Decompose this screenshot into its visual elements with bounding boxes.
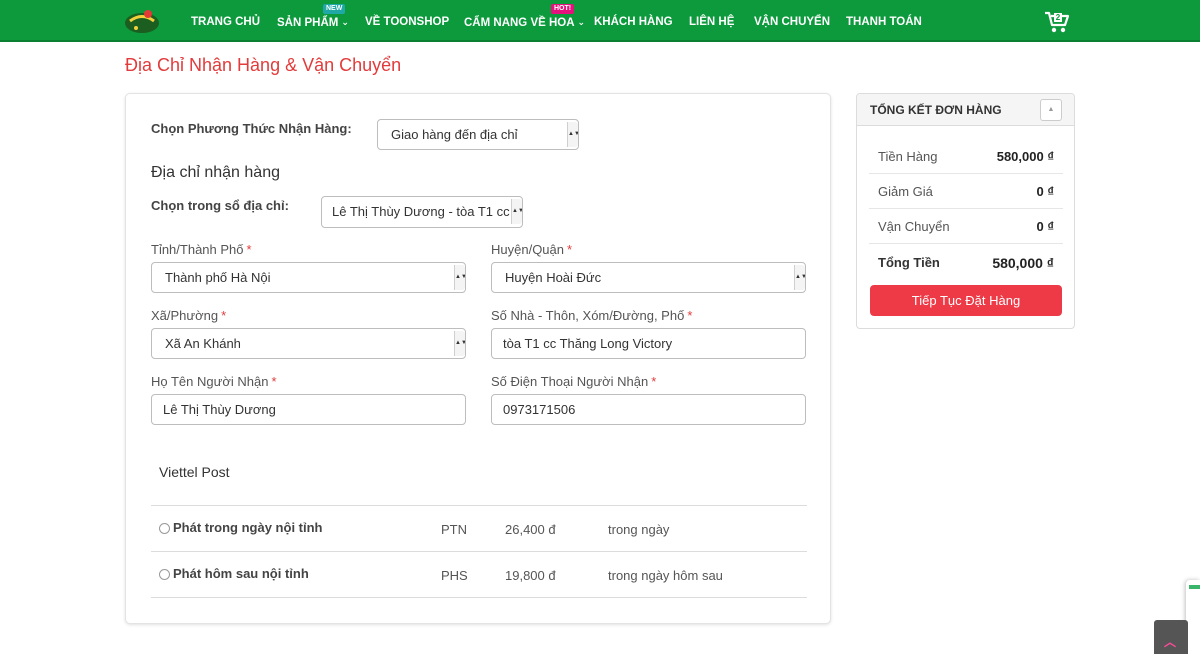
address-section-title: Địa chỉ nhận hàng xyxy=(151,164,280,181)
hot-badge: HOT! xyxy=(551,4,575,14)
shipping-option-name[interactable]: Phát hôm sau nội tỉnh xyxy=(173,566,309,581)
recipient-name-label: Họ Tên Người Nhận * xyxy=(151,374,277,389)
carrier-title: Viettel Post xyxy=(159,464,230,480)
summary-row-total: Tổng Tiền 580,000 ₫ xyxy=(869,245,1063,280)
new-badge: NEW xyxy=(323,4,346,14)
top-navbar: TRANG CHỦ SẢN PHẨM ⌄ NEW VỀ TOONSHOP CẨM … xyxy=(0,0,1200,42)
summary-total-label: Tổng Tiền xyxy=(878,255,940,270)
summary-title: TỔNG KẾT ĐƠN HÀNG xyxy=(870,103,1002,117)
street-label: Số Nhà - Thôn, Xóm/Đường, Phố * xyxy=(491,308,693,323)
address-form-card: Chọn Phương Thức Nhận Hàng: Giao hàng đế… xyxy=(125,93,831,624)
street-input[interactable]: tòa T1 cc Thăng Long Victory xyxy=(491,328,806,359)
recipient-name-input[interactable]: Lê Thị Thùy Dương xyxy=(151,394,466,425)
ward-label: Xã/Phường * xyxy=(151,308,227,323)
summary-total-value: 580,000 ₫ xyxy=(992,255,1054,271)
nav-shipping[interactable]: VẬN CHUYỂN xyxy=(754,0,830,42)
divider xyxy=(151,551,807,552)
province-value: Thành phố Hà Nội xyxy=(165,270,271,285)
nav-about[interactable]: VỀ TOONSHOP xyxy=(365,0,449,42)
province-label: Tỉnh/Thành Phố * xyxy=(151,242,252,257)
nav-home[interactable]: TRANG CHỦ xyxy=(191,0,260,42)
continue-order-button[interactable]: Tiếp Tục Đặt Hàng xyxy=(870,285,1062,316)
order-summary-panel: TỔNG KẾT ĐƠN HÀNG ▲ Tiền Hàng 580,000 ₫ … xyxy=(856,93,1075,329)
summary-value: 0 ₫ xyxy=(1036,219,1054,234)
ward-select[interactable]: Xã An Khánh ▲▼ xyxy=(151,328,466,359)
chevron-down-icon: ⌄ xyxy=(577,17,586,27)
province-select[interactable]: Thành phố Hà Nội ▲▼ xyxy=(151,262,466,293)
summary-header: TỔNG KẾT ĐƠN HÀNG ▲ xyxy=(857,94,1074,126)
addressbook-value: Lê Thị Thùy Dương - tòa T1 cc Thăng Long… xyxy=(332,204,522,219)
ward-value: Xã An Khánh xyxy=(165,336,241,351)
chat-widget-tab[interactable] xyxy=(1186,580,1200,654)
select-arrow-icon: ▲▼ xyxy=(454,265,465,290)
collapse-icon[interactable]: ▲ xyxy=(1040,99,1062,121)
select-arrow-icon: ▲▼ xyxy=(567,122,578,147)
shipping-option-radio[interactable] xyxy=(159,569,170,580)
delivery-method-select[interactable]: Giao hàng đến địa chỉ ▲▼ xyxy=(377,119,579,150)
addressbook-select[interactable]: Lê Thị Thùy Dương - tòa T1 cc Thăng Long… xyxy=(321,196,523,228)
cart-count-badge: 2 xyxy=(1054,13,1062,22)
divider xyxy=(151,597,807,598)
summary-label: Vận Chuyển xyxy=(878,219,950,234)
shipping-option-time: trong ngày hôm sau xyxy=(608,568,723,583)
district-select[interactable]: Huyện Hoài Đức ▲▼ xyxy=(491,262,806,293)
summary-row-discount: Giảm Giá 0 ₫ xyxy=(869,174,1063,209)
select-arrow-icon: ▲▼ xyxy=(511,199,522,224)
nav-payment[interactable]: THANH TOÁN xyxy=(846,0,922,42)
nav-customers[interactable]: KHÁCH HÀNG xyxy=(594,0,673,42)
shipping-option-price: 19,800 đ xyxy=(505,568,556,583)
recipient-phone-input[interactable]: 0973171506 xyxy=(491,394,806,425)
shipping-option-code: PHS xyxy=(441,568,468,583)
summary-row-shipping: Vận Chuyển 0 ₫ xyxy=(869,209,1063,244)
shipping-option-name[interactable]: Phát trong ngày nội tỉnh xyxy=(173,520,323,535)
divider xyxy=(151,505,807,506)
method-label: Chọn Phương Thức Nhận Hàng: xyxy=(151,121,352,136)
addressbook-label: Chọn trong sổ địa chỉ: xyxy=(151,198,289,213)
shipping-option-price: 26,400 đ xyxy=(505,522,556,537)
toonshop-logo[interactable] xyxy=(124,6,160,36)
select-arrow-icon: ▲▼ xyxy=(794,265,805,290)
district-value: Huyện Hoài Đức xyxy=(505,270,602,285)
scroll-to-top-icon[interactable]: ︿ xyxy=(1154,620,1188,654)
page-title: Địa Chỉ Nhận Hàng & Vận Chuyển xyxy=(125,55,402,75)
summary-label: Tiền Hàng xyxy=(878,149,938,164)
select-arrow-icon: ▲▼ xyxy=(454,331,465,356)
shipping-option-radio[interactable] xyxy=(159,523,170,534)
shipping-option-code: PTN xyxy=(441,522,467,537)
summary-value: 580,000 ₫ xyxy=(996,149,1054,164)
recipient-phone-label: Số Điện Thoại Người Nhận * xyxy=(491,374,657,389)
summary-label: Giảm Giá xyxy=(878,184,933,199)
delivery-method-value: Giao hàng đến địa chỉ xyxy=(391,127,518,142)
shipping-option-time: trong ngày xyxy=(608,522,670,537)
district-label: Huyện/Quận * xyxy=(491,242,573,257)
summary-row-subtotal: Tiền Hàng 580,000 ₫ xyxy=(869,139,1063,174)
nav-contact[interactable]: LIÊN HỆ xyxy=(689,0,734,42)
summary-value: 0 ₫ xyxy=(1036,184,1054,199)
